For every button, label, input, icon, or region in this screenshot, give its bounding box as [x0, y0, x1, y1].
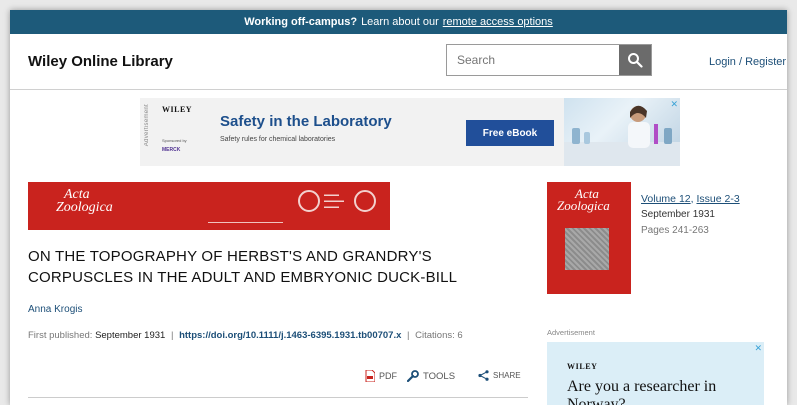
section-divider: [28, 397, 528, 398]
side-ad[interactable]: WILEY Are you a researcher in Norway? ✕: [547, 342, 764, 405]
pubinfo-separator-2: |: [407, 330, 410, 341]
banner-fine-print-graphic: ▬▬▬▬▬▬▬▬▬▬▬▬▬▬▬▬▬▬▬▬▬▬▬▬▬: [208, 220, 283, 224]
volume-issue: Volume 12, Issue 2-3: [641, 193, 740, 205]
tools-button[interactable]: TOOLS: [407, 370, 455, 382]
side-ad-headline: Are you a researcher in Norway?: [567, 378, 717, 405]
issue-link[interactable]: Issue 2-3: [696, 193, 739, 205]
off-campus-bold: Working off-campus?: [244, 16, 358, 28]
first-published-date: September 1931: [95, 330, 166, 341]
off-campus-text: Learn about our: [361, 16, 439, 28]
society-seal-text-graphic: ▬▬▬ ▬▬▬▬ ▬▬▬: [324, 192, 344, 210]
ad-lab-photo: ✕: [564, 98, 680, 166]
ad-headline: Safety in the Laboratory: [220, 113, 392, 130]
first-published-label: First published:: [28, 330, 93, 341]
site-header: Wiley Online Library Login / Register: [10, 34, 787, 90]
page-range: Pages 241-263: [641, 225, 709, 236]
journal-banner[interactable]: Acta Zoologica ▬▬▬ ▬▬▬▬ ▬▬▬ ▬▬▬▬▬▬▬▬▬▬▬▬▬▬…: [28, 182, 390, 230]
issue-date: September 1931: [641, 209, 715, 220]
login-register-link[interactable]: Login / Register: [709, 56, 786, 68]
ad-label: Advertisement: [144, 104, 150, 147]
off-campus-bar: Working off-campus? Learn about our remo…: [10, 10, 787, 34]
share-button[interactable]: SHARE: [478, 370, 521, 381]
article-title-line1: ON THE TOPOGRAPHY OF HERBST'S AND GRANDR…: [28, 248, 432, 265]
cover-title: Acta Zoologica: [557, 187, 610, 212]
pdf-icon: [365, 370, 375, 382]
share-icon: [478, 370, 489, 381]
volume-comma: ,: [690, 193, 694, 205]
top-ad-banner[interactable]: Advertisement WILEY Sponsored by MERCK S…: [140, 98, 680, 166]
tools-label: TOOLS: [423, 370, 456, 382]
side-ad-label: Advertisement: [547, 328, 595, 337]
side-ad-close-icon[interactable]: ✕: [754, 343, 762, 354]
search-button[interactable]: [619, 45, 651, 75]
ad-brand: WILEY: [162, 105, 193, 114]
author-link[interactable]: Anna Krogis: [28, 304, 82, 315]
academy-seal-icon: [354, 190, 376, 212]
publication-info: First published: September 1931 | https:…: [28, 330, 463, 341]
pubinfo-separator: |: [170, 330, 174, 341]
cover-image: [565, 228, 609, 270]
article-title: ON THE TOPOGRAPHY OF HERBST'S AND GRANDR…: [28, 246, 548, 288]
ad-sponsored-label: Sponsored by: [162, 138, 187, 143]
site-logo[interactable]: Wiley Online Library: [28, 53, 173, 70]
side-ad-brand: WILEY: [567, 362, 598, 371]
doi-link[interactable]: https://doi.org/10.1111/j.1463-6395.1931…: [179, 330, 401, 341]
ad-subline: Safety rules for chemical laboratories: [220, 136, 336, 143]
free-ebook-button[interactable]: Free eBook: [466, 120, 554, 146]
remote-access-link[interactable]: remote access options: [443, 16, 553, 28]
society-seal-icon: [298, 190, 320, 212]
journal-cover[interactable]: Acta Zoologica: [547, 182, 631, 294]
journal-banner-title: Acta Zoologica: [56, 188, 113, 215]
wrench-icon: [407, 370, 419, 382]
search-input[interactable]: [447, 45, 619, 75]
share-label: SHARE: [493, 371, 521, 380]
ad-sponsor: MERCK: [162, 147, 181, 153]
citations-count[interactable]: Citations: 6: [415, 330, 463, 341]
pdf-button[interactable]: PDF: [365, 370, 397, 382]
cover-title-line2: Zoologica: [557, 198, 610, 213]
browser-page: Working off-campus? Learn about our remo…: [10, 10, 787, 405]
volume-link[interactable]: Volume 12: [641, 193, 691, 205]
ad-close-icon[interactable]: ✕: [670, 99, 678, 110]
article-title-line2: CORPUSCLES IN THE ADULT AND EMBRYONIC DU…: [28, 269, 458, 286]
pdf-label: PDF: [379, 371, 397, 381]
search-box: [446, 44, 652, 76]
journal-banner-title-line2: Zoologica: [56, 200, 113, 215]
search-icon: [628, 53, 643, 68]
